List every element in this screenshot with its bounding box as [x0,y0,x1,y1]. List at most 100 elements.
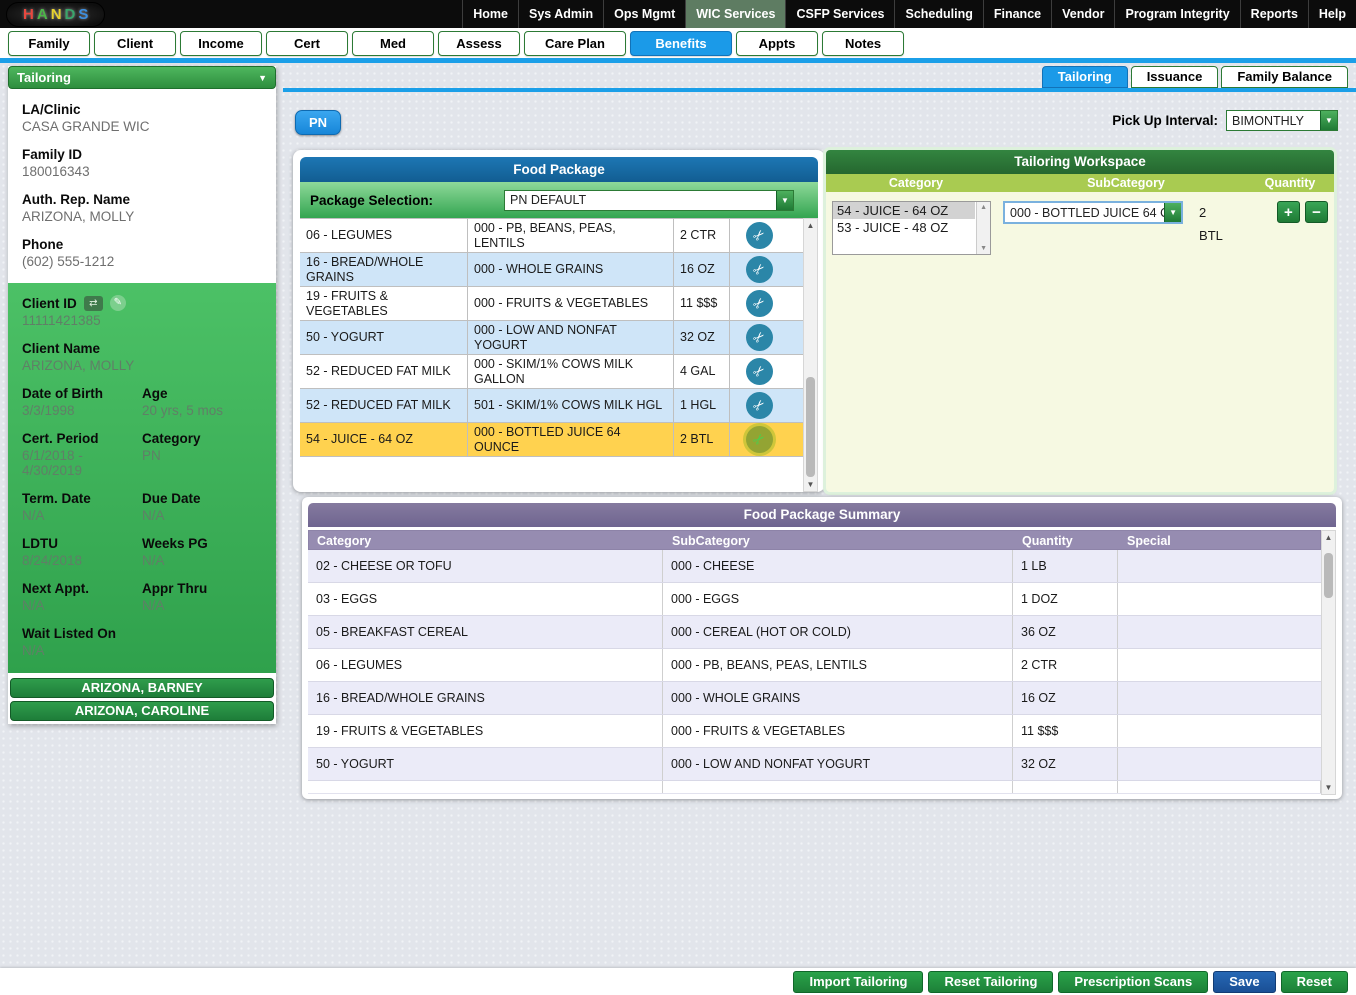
tab-benefits[interactable]: Benefits [630,30,732,56]
workspace-subcategory-select[interactable]: 000 - BOTTLED JUICE 64 O ▼ [1003,201,1184,224]
food-package-rows: 06 - LEGUMES 000 - PB, BEANS, PEAS, LENTI… [300,218,803,492]
chevron-down-icon[interactable]: ▼ [1164,203,1182,222]
row-quantity: 11 $$$ [674,287,730,320]
field-value: PN [142,448,161,463]
scroll-down-icon[interactable]: ▼ [1325,783,1333,792]
prescription-scans-button[interactable]: Prescription Scans [1058,970,1209,993]
tab-appts[interactable]: Appts [736,30,818,56]
nav-home[interactable]: Home [462,0,518,28]
scissors-icon: ✂ [749,293,769,314]
subtab-tailoring[interactable]: Tailoring [1041,66,1128,88]
column-quantity: Quantity [1264,176,1316,190]
column-special: Special [1127,534,1171,548]
scroll-down-icon[interactable]: ▼ [980,245,987,252]
quantity-decrease-button[interactable]: − [1304,201,1328,223]
row-cell [1118,781,1321,793]
row-subcategory: 000 - PB, BEANS, PEAS, LENTILS [663,649,1013,681]
quantity-increase-button[interactable]: + [1276,201,1300,223]
nav-ops-mgmt[interactable]: Ops Mgmt [603,0,685,28]
nav-program-integrity[interactable]: Program Integrity [1114,0,1239,28]
logo-letter: H [23,5,34,23]
listbox-scrollbar[interactable]: ▲ ▼ [976,202,991,254]
chevron-down-icon[interactable]: ▼ [776,190,793,210]
tab-care-plan[interactable]: Care Plan [524,30,626,56]
row-subcategory: 000 - WHOLE GRAINS [468,253,674,286]
field-value: 180016343 [22,164,90,179]
row-quantity: 2 BTL [674,423,730,456]
food-package-row[interactable]: 52 - REDUCED FAT MILK 000 - SKIM/1% COWS … [300,355,803,389]
nav-scheduling[interactable]: Scheduling [894,0,982,28]
tailor-scissors-button[interactable]: ✂ [745,358,773,385]
tab-assess[interactable]: Assess [438,30,520,56]
chevron-down-icon: ▼ [258,72,267,83]
tailor-scissors-button[interactable]: ✂ [745,392,773,419]
nav-finance[interactable]: Finance [982,0,1051,28]
tab-cert[interactable]: Cert [266,30,348,56]
subtab-family-balance[interactable]: Family Balance [1221,66,1348,88]
field-label: Weeks PG [142,536,208,551]
food-package-row[interactable]: 50 - YOGURT 000 - LOW AND NONFAT YOGURT 32… [300,321,803,355]
save-button[interactable]: Save [1213,970,1276,993]
tailor-scissors-button[interactable]: ✂ [745,290,773,317]
import-tailoring-button[interactable]: Import Tailoring [793,970,924,993]
row-subcategory: 000 - WHOLE GRAINS [663,682,1013,714]
sidebar-mode-dropdown[interactable]: Tailoring ▼ [8,66,276,89]
nav-help[interactable]: Help [1307,0,1356,28]
scroll-up-icon[interactable]: ▲ [1325,533,1333,542]
nav-sys-admin[interactable]: Sys Admin [517,0,603,28]
tab-income[interactable]: Income [180,30,262,56]
summary-title: Food Package Summary [308,503,1336,527]
tab-family[interactable]: Family [8,30,90,56]
tailor-scissors-button[interactable]: ✂ [745,426,773,453]
nav-csfp-services[interactable]: CSFP Services [785,0,894,28]
scrollbar-thumb[interactable] [806,377,815,477]
column-category: Category [317,534,372,548]
food-package-row[interactable]: 52 - REDUCED FAT MILK 501 - SKIM/1% COWS … [300,389,803,423]
field-value: 20 yrs, 5 mos [142,403,224,418]
scroll-up-icon[interactable]: ▲ [980,204,987,211]
tailor-scissors-button[interactable]: ✂ [745,256,773,283]
category-option-54-juice-64-oz[interactable]: 54 - JUICE - 64 OZ [833,202,976,219]
scroll-down-icon[interactable]: ▼ [807,480,815,489]
tailor-scissors-button[interactable]: ✂ [745,324,773,351]
food-package-row[interactable]: 54 - JUICE - 64 OZ 000 - BOTTLED JUICE 64… [300,423,803,457]
summary-column-headers: Category SubCategory Quantity Special [308,530,1321,550]
client-field-ldtu: LDTU 8/24/2018 [22,536,142,568]
family-member-button-arizona-caroline[interactable]: ARIZONA, CAROLINE [10,701,274,721]
food-package-scrollbar[interactable]: ▲ ▼ [803,218,818,492]
food-package-row[interactable]: 16 - BREAD/WHOLE GRAINS 000 - WHOLE GRAIN… [300,253,803,287]
workspace-category-listbox[interactable]: ▲ ▼ 54 - JUICE - 64 OZ 53 - JUICE - 48 OZ [832,201,992,255]
pickup-interval-select[interactable]: BIMONTHLY ▼ [1226,110,1338,131]
tab-notes[interactable]: Notes [822,30,904,56]
edit-client-icon[interactable]: ✎ [109,295,126,311]
category-option-53-juice-48-oz[interactable]: 53 - JUICE - 48 OZ [833,219,975,236]
food-package-row[interactable]: 06 - LEGUMES 000 - PB, BEANS, PEAS, LENTI… [300,219,803,253]
client-field-category: Category PN [142,431,262,478]
tab-client[interactable]: Client [94,30,176,56]
subtab-issuance[interactable]: Issuance [1130,66,1219,88]
sidebar-field-family-id: Family ID 180016343 [22,147,262,179]
row-quantity: 2 CTR [674,219,730,252]
swap-client-icon[interactable]: ⇄ [83,295,103,311]
family-member-button-arizona-barney[interactable]: ARIZONA, BARNEY [10,678,274,698]
nav-wic-services[interactable]: WIC Services [685,0,786,28]
category-tab-pn[interactable]: PN [295,110,341,135]
reset-tailoring-button[interactable]: Reset Tailoring [928,970,1054,993]
tailor-scissors-button[interactable]: ✂ [745,222,773,249]
row-quantity: 4 GAL [674,355,730,388]
food-package-panel: Food Package Package Selection: PN DEFAU… [293,150,825,492]
client-name-label: Client Name [22,341,101,356]
food-package-table: 06 - LEGUMES 000 - PB, BEANS, PEAS, LENTI… [300,218,818,492]
package-selection-select[interactable]: PN DEFAULT ▼ [504,189,794,211]
chevron-down-icon[interactable]: ▼ [1320,111,1337,130]
food-package-row[interactable]: 19 - FRUITS & VEGETABLES 000 - FRUITS & V… [300,287,803,321]
summary-scrollbar[interactable]: ▲ ▼ [1321,530,1336,795]
scrollbar-thumb[interactable] [1324,553,1333,598]
scroll-up-icon[interactable]: ▲ [807,221,815,230]
food-package-title: Food Package [300,157,818,182]
reset-button[interactable]: Reset [1280,970,1348,993]
tab-med[interactable]: Med [352,30,434,56]
nav-vendor[interactable]: Vendor [1051,0,1114,28]
row-subcategory: 000 - SKIM/1% COWS MILK GALLON [468,355,674,388]
nav-reports[interactable]: Reports [1239,0,1308,28]
